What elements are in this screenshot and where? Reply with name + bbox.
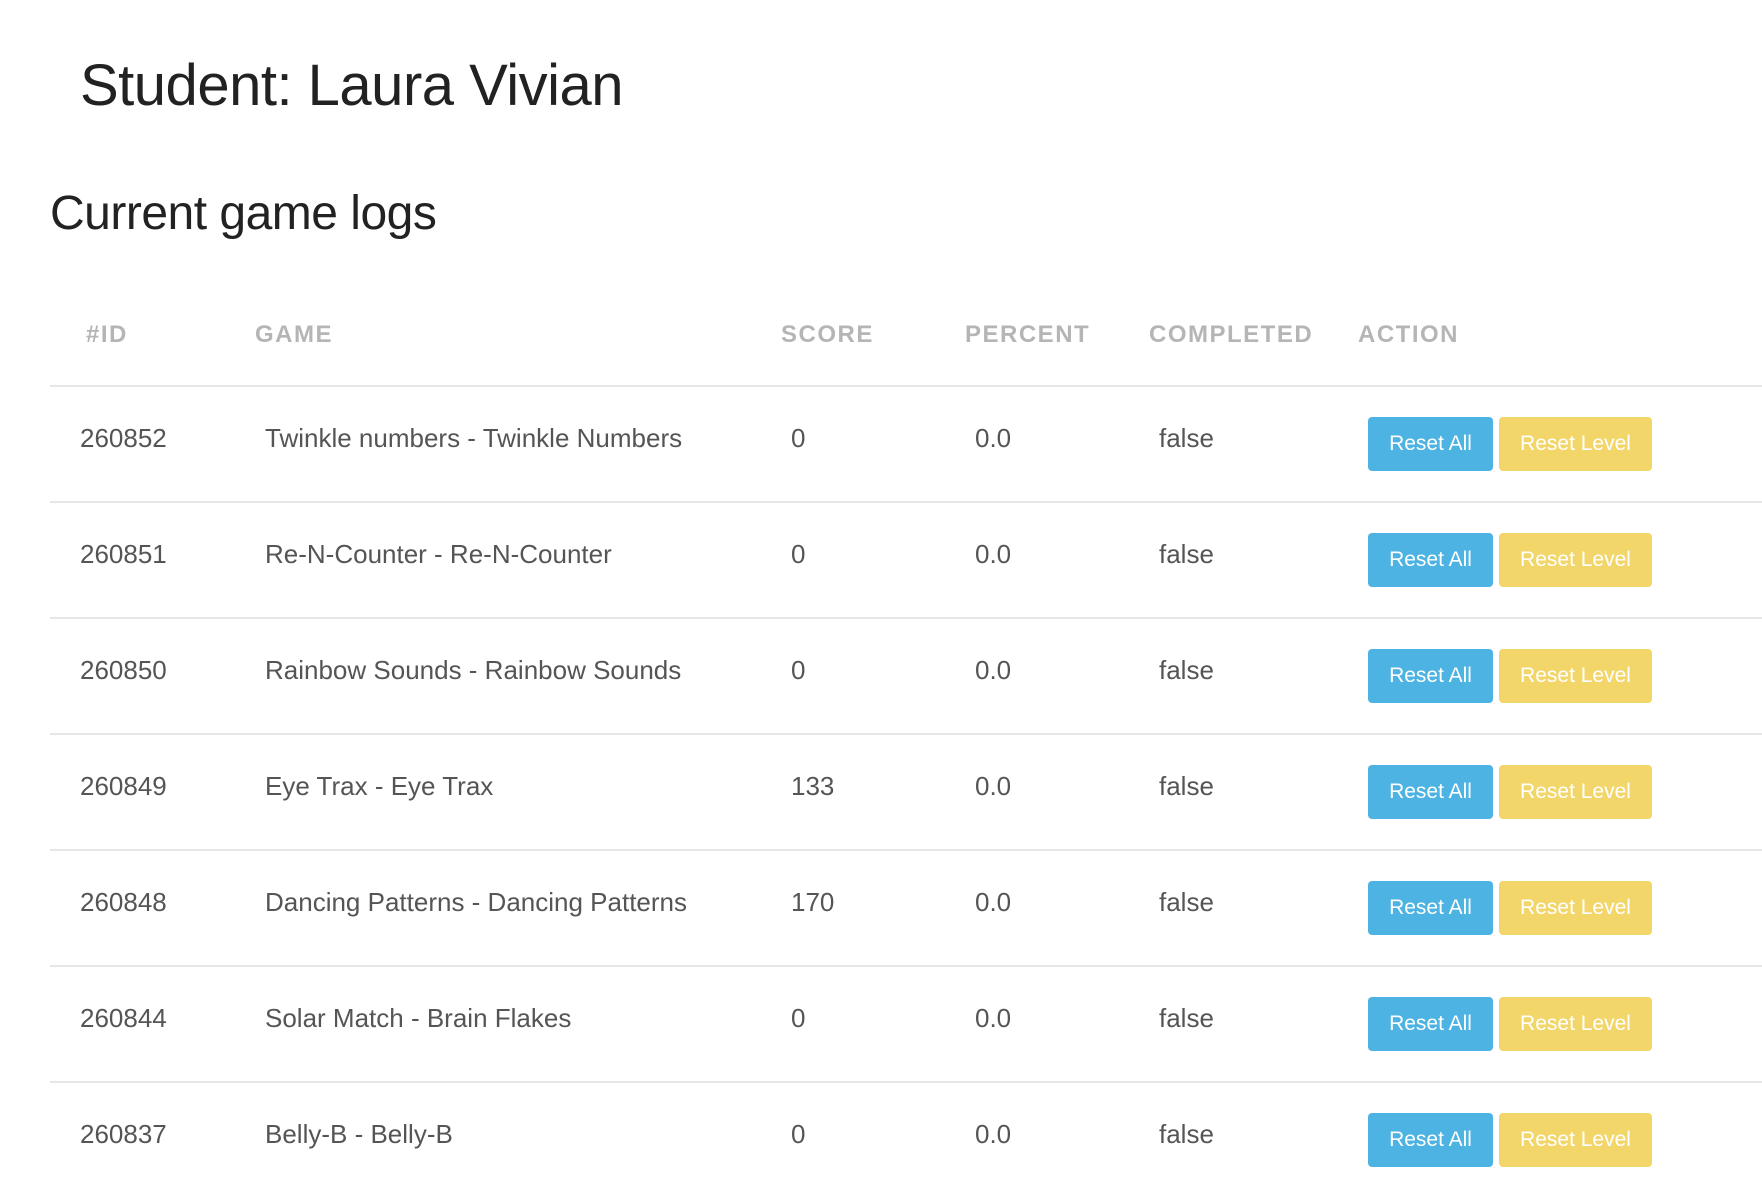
cell-completed: false — [1149, 1082, 1358, 1194]
cell-id: 260844 — [50, 966, 235, 1083]
reset-all-button[interactable]: Reset All — [1368, 881, 1493, 935]
table-header-row: #ID GAME SCORE PERCENT COMPLETED ACTION — [50, 300, 1762, 387]
column-header-game: GAME — [235, 300, 781, 387]
table-row: 260849 Eye Trax - Eye Trax 133 0.0 false… — [50, 734, 1762, 851]
table-body: 260852 Twinkle numbers - Twinkle Numbers… — [50, 386, 1762, 1194]
cell-percent: 0.0 — [965, 386, 1149, 503]
cell-percent: 0.0 — [965, 966, 1149, 1083]
game-logs-table: #ID GAME SCORE PERCENT COMPLETED ACTION … — [50, 300, 1762, 1194]
column-header-score: SCORE — [781, 300, 965, 387]
cell-completed: false — [1149, 386, 1358, 503]
cell-score: 0 — [781, 618, 965, 735]
cell-game: Belly-B - Belly-B — [235, 1082, 781, 1194]
table-header: #ID GAME SCORE PERCENT COMPLETED ACTION — [50, 300, 1762, 387]
table-row: 260850 Rainbow Sounds - Rainbow Sounds 0… — [50, 618, 1762, 735]
cell-action: Reset All Reset Level — [1358, 502, 1762, 619]
cell-completed: false — [1149, 618, 1358, 735]
student-title: Student: Laura Vivian — [80, 53, 624, 118]
reset-level-button[interactable]: Reset Level — [1499, 1113, 1652, 1167]
cell-percent: 0.0 — [965, 850, 1149, 967]
table-row: 260848 Dancing Patterns - Dancing Patter… — [50, 850, 1762, 967]
cell-completed: false — [1149, 966, 1358, 1083]
column-header-completed: COMPLETED — [1149, 300, 1358, 387]
cell-action: Reset All Reset Level — [1358, 734, 1762, 851]
cell-game: Solar Match - Brain Flakes — [235, 966, 781, 1083]
cell-score: 170 — [781, 850, 965, 967]
cell-action: Reset All Reset Level — [1358, 386, 1762, 503]
cell-score: 133 — [781, 734, 965, 851]
cell-id: 260848 — [50, 850, 235, 967]
reset-level-button[interactable]: Reset Level — [1499, 881, 1652, 935]
reset-all-button[interactable]: Reset All — [1368, 1113, 1493, 1167]
cell-completed: false — [1149, 502, 1358, 619]
cell-percent: 0.0 — [965, 618, 1149, 735]
cell-action: Reset All Reset Level — [1358, 966, 1762, 1083]
cell-game: Rainbow Sounds - Rainbow Sounds — [235, 618, 781, 735]
reset-all-button[interactable]: Reset All — [1368, 533, 1493, 587]
cell-game: Twinkle numbers - Twinkle Numbers — [235, 386, 781, 503]
section-title: Current game logs — [50, 187, 437, 240]
reset-level-button[interactable]: Reset Level — [1499, 997, 1652, 1051]
column-header-action: ACTION — [1358, 300, 1762, 387]
cell-completed: false — [1149, 734, 1358, 851]
cell-id: 260851 — [50, 502, 235, 619]
table-row: 260852 Twinkle numbers - Twinkle Numbers… — [50, 386, 1762, 503]
reset-level-button[interactable]: Reset Level — [1499, 649, 1652, 703]
table-row: 260837 Belly-B - Belly-B 0 0.0 false Res… — [50, 1082, 1762, 1194]
cell-id: 260849 — [50, 734, 235, 851]
table-row: 260851 Re-N-Counter - Re-N-Counter 0 0.0… — [50, 502, 1762, 619]
reset-all-button[interactable]: Reset All — [1368, 649, 1493, 703]
column-header-id: #ID — [50, 300, 235, 387]
reset-all-button[interactable]: Reset All — [1368, 765, 1493, 819]
cell-score: 0 — [781, 386, 965, 503]
cell-action: Reset All Reset Level — [1358, 850, 1762, 967]
column-header-percent: PERCENT — [965, 300, 1149, 387]
reset-level-button[interactable]: Reset Level — [1499, 417, 1652, 471]
cell-action: Reset All Reset Level — [1358, 618, 1762, 735]
reset-level-button[interactable]: Reset Level — [1499, 765, 1652, 819]
reset-all-button[interactable]: Reset All — [1368, 997, 1493, 1051]
cell-percent: 0.0 — [965, 502, 1149, 619]
cell-score: 0 — [781, 1082, 965, 1194]
cell-score: 0 — [781, 502, 965, 619]
cell-score: 0 — [781, 966, 965, 1083]
cell-game: Eye Trax - Eye Trax — [235, 734, 781, 851]
reset-all-button[interactable]: Reset All — [1368, 417, 1493, 471]
student-game-logs-page: Student: Laura Vivian Current game logs … — [0, 0, 1762, 1194]
cell-action: Reset All Reset Level — [1358, 1082, 1762, 1194]
cell-game: Re-N-Counter - Re-N-Counter — [235, 502, 781, 619]
cell-id: 260837 — [50, 1082, 235, 1194]
cell-id: 260852 — [50, 386, 235, 503]
cell-id: 260850 — [50, 618, 235, 735]
reset-level-button[interactable]: Reset Level — [1499, 533, 1652, 587]
table-row: 260844 Solar Match - Brain Flakes 0 0.0 … — [50, 966, 1762, 1083]
cell-completed: false — [1149, 850, 1358, 967]
cell-percent: 0.0 — [965, 734, 1149, 851]
cell-percent: 0.0 — [965, 1082, 1149, 1194]
cell-game: Dancing Patterns - Dancing Patterns — [235, 850, 781, 967]
